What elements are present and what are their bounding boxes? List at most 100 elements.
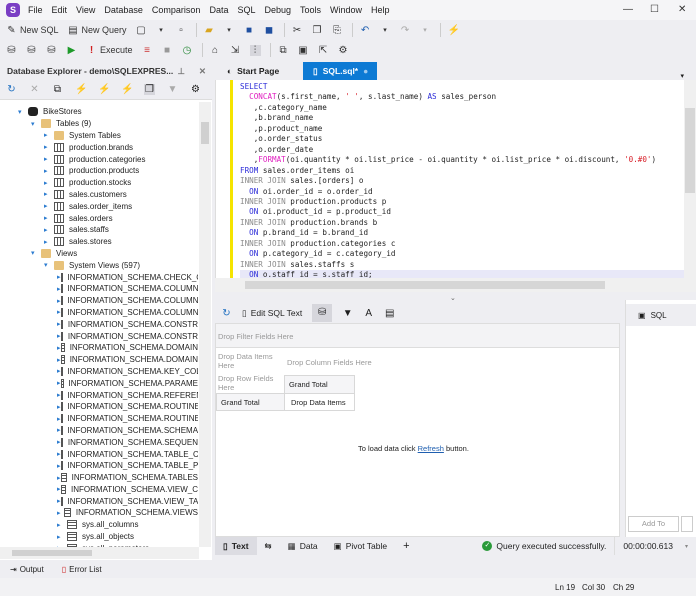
execute-button[interactable]: ! Execute: [86, 45, 133, 56]
edit-connection-icon[interactable]: ⚡: [98, 84, 110, 95]
tree-item[interactable]: ▸ sales.orders: [0, 212, 198, 224]
tree-item[interactable]: ▸ INFORMATION_SCHEMA.PARAME: [0, 377, 198, 389]
tree-item[interactable]: ▸ production.brands: [0, 141, 198, 153]
collapse-arrow-icon[interactable]: ▾: [44, 261, 54, 269]
collapse-arrow-icon[interactable]: ▾: [31, 249, 41, 257]
tree-item[interactable]: ▸ System Tables: [0, 130, 198, 142]
save-icon[interactable]: ■: [244, 25, 255, 36]
expand-arrow-icon[interactable]: ▸: [44, 167, 54, 175]
image-icon[interactable]: ▣: [298, 45, 309, 56]
options-icon[interactable]: ⚙: [338, 45, 349, 56]
expand-arrow-icon[interactable]: ▸: [44, 226, 54, 234]
add-to-button[interactable]: Add To: [628, 516, 679, 532]
expand-arrow-icon[interactable]: ▸: [44, 131, 54, 139]
tree-item[interactable]: ▾ System Views (597): [0, 259, 198, 271]
close-button[interactable]: ✕: [678, 4, 686, 15]
sql-source-item[interactable]: ▣ SQL: [626, 304, 696, 326]
refresh-icon[interactable]: ↻: [6, 84, 17, 95]
new-sql-button[interactable]: ✎ New SQL: [6, 25, 58, 36]
close-tab-icon[interactable]: ●: [363, 66, 368, 76]
database-refresh-icon[interactable]: ⛁: [26, 45, 37, 56]
collapse-icon[interactable]: ⧉: [52, 84, 63, 95]
settings-icon[interactable]: ⚙: [190, 84, 201, 95]
database-icon[interactable]: ⛁: [6, 45, 17, 56]
disconnect-icon[interactable]: ⚡: [121, 84, 133, 95]
tree-vertical-scrollbar[interactable]: [199, 102, 211, 547]
expand-arrow-icon[interactable]: ▸: [57, 509, 64, 517]
delete-icon[interactable]: ✕: [29, 84, 40, 95]
expand-arrow-icon[interactable]: ▸: [44, 190, 54, 198]
copy-objects-icon[interactable]: ❐: [144, 84, 155, 95]
editor-vertical-scrollbar[interactable]: [684, 80, 696, 278]
redo-icon[interactable]: ↷: [400, 25, 411, 36]
tree-item[interactable]: ▸ INFORMATION_SCHEMA.SCHEMA: [0, 425, 198, 437]
expand-arrow-icon[interactable]: ▸: [57, 521, 67, 529]
menu-data[interactable]: Data: [209, 5, 228, 15]
tree-item[interactable]: ▸ INFORMATION_SCHEMA.REFEREN: [0, 389, 198, 401]
error-list-button[interactable]: ▯ Error List: [62, 565, 102, 574]
tabs-dropdown-icon[interactable]: ▾: [680, 72, 684, 80]
open-folder-icon[interactable]: ▰: [204, 25, 215, 36]
tree-item[interactable]: ▸ production.products: [0, 165, 198, 177]
execute-current-icon[interactable]: ≡: [142, 45, 153, 56]
menu-file[interactable]: File: [28, 5, 43, 15]
new-connection-icon[interactable]: ⚡: [448, 25, 460, 36]
expand-arrow-icon[interactable]: ▸: [44, 143, 54, 151]
menu-help[interactable]: Help: [371, 5, 390, 15]
tab-start-page[interactable]: ◐ Start Page: [217, 62, 299, 80]
expand-arrow-icon[interactable]: ▸: [44, 214, 54, 222]
tree-item[interactable]: ▸ INFORMATION_SCHEMA.COLUMN: [0, 295, 198, 307]
tree-item[interactable]: ▸ INFORMATION_SCHEMA.VIEWS: [0, 507, 198, 519]
tab-sql[interactable]: ▯ SQL.sql* ●: [303, 62, 377, 80]
menu-sql[interactable]: SQL: [237, 5, 255, 15]
data-source-icon[interactable]: ⛁: [312, 304, 333, 322]
close-panel-icon[interactable]: ✕: [199, 66, 206, 77]
expand-arrow-icon[interactable]: ▸: [44, 155, 54, 163]
profiler-icon[interactable]: ⫶: [249, 44, 261, 56]
collapse-arrow-icon[interactable]: ▾: [18, 108, 28, 116]
new-connection-icon[interactable]: ⚡: [75, 84, 87, 95]
tree-item[interactable]: ▸ INFORMATION_SCHEMA.CONSTR: [0, 318, 198, 330]
tree-item[interactable]: ▸ INFORMATION_SCHEMA.CONSTR: [0, 330, 198, 342]
tree-item[interactable]: ▸ production.categories: [0, 153, 198, 165]
tree-item[interactable]: ▸ sales.staffs: [0, 224, 198, 236]
tree-item[interactable]: ▾ Tables (9): [0, 118, 198, 130]
tree-item[interactable]: ▸ sys.all_objects: [0, 531, 198, 543]
splitter-icon[interactable]: ⌄: [450, 294, 456, 302]
new-document-icon[interactable]: ▢: [136, 25, 147, 36]
dropdown-icon[interactable]: ▾: [380, 25, 391, 36]
edit-sql-text-button[interactable]: ▯ Edit SQL Text: [242, 308, 302, 319]
tab-text[interactable]: ▯ Text: [215, 537, 257, 555]
menu-tools[interactable]: Tools: [300, 5, 321, 15]
minimize-button[interactable]: —: [623, 4, 633, 15]
tree-item[interactable]: ▸ sales.order_items: [0, 200, 198, 212]
compare-icon[interactable]: ⧉: [278, 45, 289, 56]
refresh-link[interactable]: Refresh: [418, 444, 444, 453]
tab-data[interactable]: ▦ Data: [280, 537, 326, 555]
expand-arrow-icon[interactable]: ▸: [57, 533, 67, 541]
paste-icon[interactable]: ⎘: [332, 25, 343, 36]
new-file-icon[interactable]: ▫: [176, 25, 187, 36]
tree-item[interactable]: ▸ INFORMATION_SCHEMA.ROUTINE: [0, 413, 198, 425]
dropdown-icon[interactable]: ▾: [420, 25, 431, 36]
dropdown-icon[interactable]: ▾: [156, 25, 167, 36]
history-icon[interactable]: ◷: [182, 45, 193, 56]
tree-item[interactable]: ▸ INFORMATION_SCHEMA.COLUMN: [0, 283, 198, 295]
plan-icon[interactable]: ⌂: [210, 45, 221, 56]
add-tab-button[interactable]: +: [395, 537, 417, 555]
menu-comparison[interactable]: Comparison: [152, 5, 201, 15]
editor-horizontal-scrollbar[interactable]: [215, 278, 696, 292]
menu-edit[interactable]: Edit: [52, 5, 68, 15]
tree-item[interactable]: ▸ INFORMATION_SCHEMA.TABLES: [0, 472, 198, 484]
menu-database[interactable]: Database: [104, 5, 143, 15]
dropdown-icon[interactable]: ▾: [685, 543, 688, 550]
add-to-options[interactable]: [681, 516, 693, 532]
tree-item[interactable]: ▸ INFORMATION_SCHEMA.TABLE_P: [0, 460, 198, 472]
pin-icon[interactable]: ⊥: [177, 66, 184, 77]
menu-window[interactable]: Window: [330, 5, 362, 15]
tree-item[interactable]: ▸ INFORMATION_SCHEMA.KEY_COL: [0, 366, 198, 378]
tree-item[interactable]: ▸ INFORMATION_SCHEMA.TABLE_C: [0, 448, 198, 460]
collapse-arrow-icon[interactable]: ▾: [31, 120, 41, 128]
menu-debug[interactable]: Debug: [264, 5, 291, 15]
swap-button[interactable]: ⇆: [257, 537, 280, 555]
